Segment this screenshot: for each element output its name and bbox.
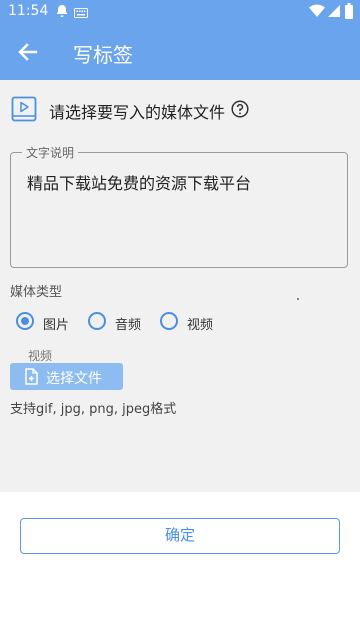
choose-file-button[interactable]: 选择文件 — [10, 363, 123, 390]
radio-image[interactable]: 图片 — [16, 311, 71, 333]
radio-unchecked-icon — [160, 312, 178, 330]
signal-icon — [327, 4, 341, 22]
radio-video-label: 视频 — [187, 318, 214, 333]
battery-icon — [345, 3, 353, 23]
back-button[interactable] — [14, 38, 42, 66]
keyboard-icon — [74, 6, 88, 22]
media-type-label: 媒体类型 — [10, 285, 63, 300]
divider-dot — [297, 298, 299, 300]
main-content: 请选择要写入的媒体文件 文字说明 精品下载站免费的资源下载平台 媒体类型 图片 … — [0, 80, 360, 492]
radio-video[interactable]: 视频 — [160, 311, 215, 333]
confirm-button[interactable]: 确定 — [20, 518, 340, 554]
radio-image-label: 图片 — [43, 318, 70, 333]
media-file-icon — [11, 96, 37, 126]
radio-checked-icon — [16, 312, 34, 330]
status-time: 11:54 — [8, 3, 49, 19]
status-bar: 11:54 — [0, 0, 360, 24]
notification-icon — [55, 4, 69, 22]
question-circle-icon[interactable] — [231, 100, 249, 122]
choose-file-label: 选择文件 — [46, 371, 102, 387]
page-title: 写标签 — [73, 43, 133, 67]
text-description-field[interactable]: 文字说明 精品下载站免费的资源下载平台 — [10, 144, 348, 268]
arrow-left-icon — [18, 43, 38, 61]
media-type-radio-group: 图片 音频 视频 — [16, 311, 316, 333]
text-description-value: 精品下载站免费的资源下载平台 — [27, 174, 252, 193]
radio-audio[interactable]: 音频 — [88, 311, 143, 333]
radio-unchecked-icon — [88, 312, 106, 330]
text-description-label: 文字说明 — [22, 144, 79, 161]
hint-row: 请选择要写入的媒体文件 — [11, 94, 351, 124]
file-section-label: 视频 — [28, 349, 53, 363]
wifi-icon — [309, 4, 325, 22]
supported-formats-text: 支持gif, jpg, png, jpeg格式 — [10, 402, 177, 417]
file-add-icon — [24, 368, 39, 389]
hint-text: 请选择要写入的媒体文件 — [49, 103, 226, 122]
radio-audio-label: 音频 — [115, 318, 142, 333]
app-bar: 写标签 — [0, 24, 360, 80]
